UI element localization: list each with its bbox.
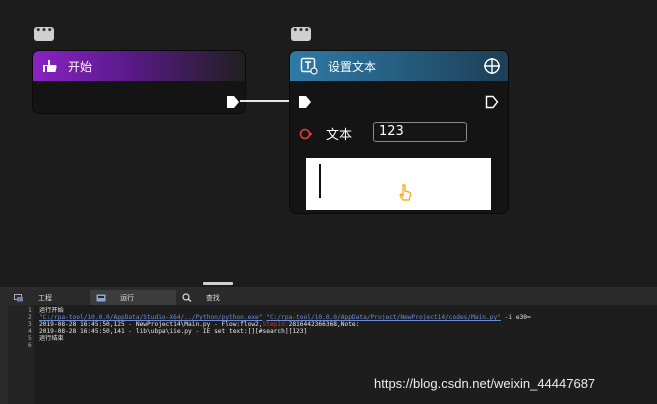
exec-in-pin[interactable] [298, 94, 312, 113]
start-node-title: 开始 [68, 59, 93, 74]
text-preview-area[interactable] [306, 158, 491, 210]
start-node-header[interactable]: 开始 [33, 51, 245, 81]
text-param-pin[interactable] [299, 126, 313, 145]
exec-out-pin[interactable] [226, 94, 240, 113]
set-text-node-header[interactable]: 设置文本 [290, 51, 508, 81]
tab-search[interactable]: 查找 [176, 290, 258, 305]
flow-canvas[interactable]: ••• 开始 ••• 设置文本 文本 123 [0, 0, 657, 287]
comment-icon[interactable]: ••• [34, 27, 54, 41]
splitter-grip[interactable] [203, 282, 233, 285]
comment-icon[interactable]: ••• [291, 27, 311, 41]
search-icon [182, 293, 192, 302]
set-text-node-title: 设置文本 [328, 59, 377, 74]
text-tool-icon [300, 57, 318, 75]
run-icon [96, 294, 106, 302]
console-line-text: 2019-08-28 16:45:50,141 - lib\ubpa\iie.p… [39, 328, 308, 335]
mouse-cursor-icon [398, 184, 412, 202]
exec-out-pin[interactable] [485, 94, 499, 113]
console-line-text: "C:/rpa-tool/10.0.0/AppData/Studio-X64/.… [39, 314, 531, 321]
console-line-text: 运行开始 [39, 307, 64, 314]
console-line-text: 运行结束 [39, 335, 64, 342]
watermark: https://blog.csdn.net/weixin_44447687 [374, 376, 596, 391]
tab-project[interactable]: 工程 [8, 290, 90, 305]
console-line-text: 2019-08-28 16:45:50,125 - NewProject14\M… [39, 321, 360, 328]
hand-pointer-icon [42, 58, 58, 74]
text-caret [319, 164, 321, 198]
console-link[interactable]: "C:/rpa-tool/10.0.0/AppData/Studio-X64/.… [39, 314, 263, 321]
project-icon [14, 293, 24, 302]
crosshair-icon[interactable] [483, 57, 501, 75]
tab-run[interactable]: 运行 [90, 290, 176, 305]
text-param-input[interactable] [373, 122, 467, 142]
start-node[interactable]: 开始 [33, 51, 245, 113]
text-param-label: 文本 [326, 128, 353, 143]
bottom-tabs: 工程 运行 查找 [8, 290, 258, 305]
console-link[interactable]: "C:/rpa-tool/10.0.0/AppData/Project/NewP… [266, 314, 501, 321]
